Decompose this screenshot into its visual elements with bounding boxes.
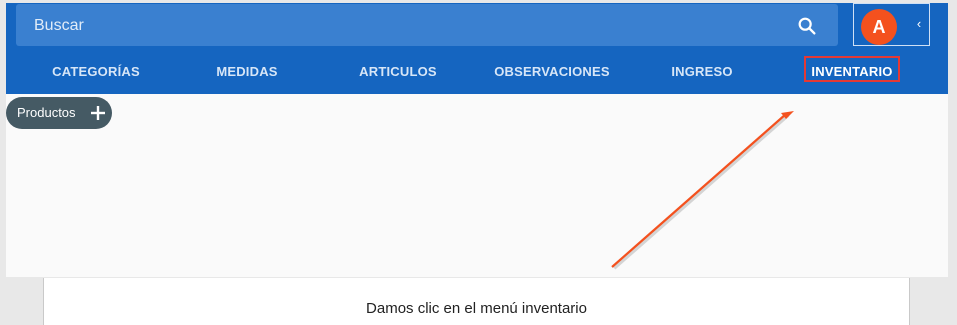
chevron-left-icon[interactable]: ‹	[912, 14, 926, 34]
highlight-box	[804, 56, 900, 82]
caption-panel: Damos clic en el menú inventario	[43, 278, 910, 325]
search-input[interactable]	[32, 4, 776, 48]
app-window: A ‹ CATEGORÍAS MEDIDAS ARTICULOS OBSERVA…	[6, 3, 948, 277]
plus-icon[interactable]	[88, 103, 108, 123]
productos-chip[interactable]: Productos	[6, 97, 112, 129]
user-menu[interactable]: A ‹	[853, 3, 930, 46]
tab-categorias[interactable]: CATEGORÍAS	[36, 55, 156, 88]
search-bar[interactable]	[16, 4, 838, 48]
avatar[interactable]: A	[861, 9, 897, 45]
search-icon[interactable]	[796, 15, 818, 37]
tab-observaciones[interactable]: OBSERVACIONES	[482, 55, 622, 88]
chip-label: Productos	[17, 105, 76, 120]
caption-text: Damos clic en el menú inventario	[366, 300, 587, 317]
tab-ingreso[interactable]: INGRESO	[652, 55, 752, 88]
top-app-bar: A ‹ CATEGORÍAS MEDIDAS ARTICULOS OBSERVA…	[6, 3, 948, 94]
tab-medidas[interactable]: MEDIDAS	[192, 55, 302, 88]
tab-articulos[interactable]: ARTICULOS	[338, 55, 458, 88]
